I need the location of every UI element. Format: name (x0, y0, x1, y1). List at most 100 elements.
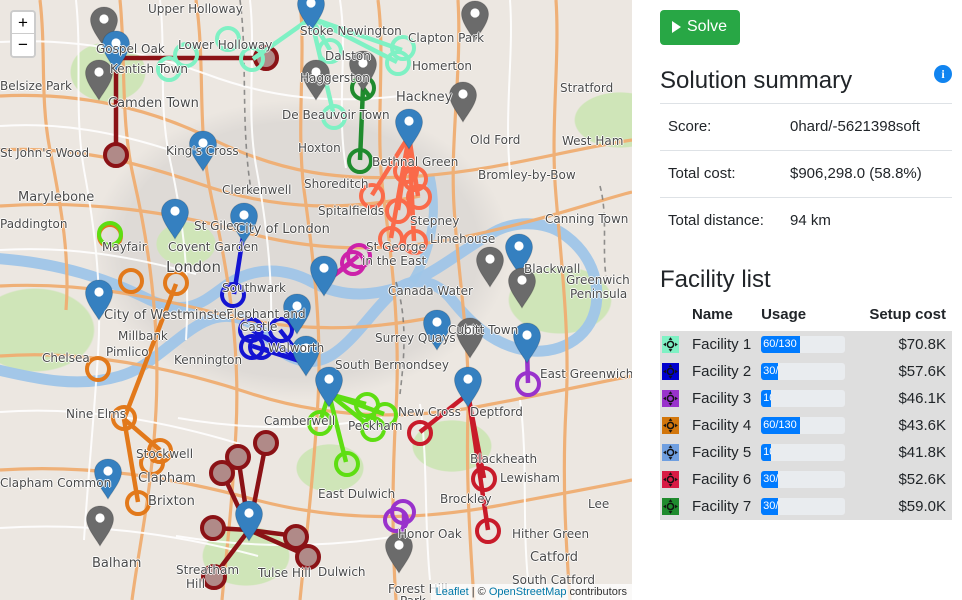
attribution-separator: | © (468, 586, 489, 598)
facility-name: Facility 4 (692, 417, 752, 434)
facility-map-pin[interactable] (229, 202, 259, 245)
facility-name: Facility 7 (692, 498, 752, 515)
solve-button[interactable]: Solve (660, 10, 741, 45)
column-header-setup-cost: Setup cost (869, 306, 946, 323)
facility-map-pin[interactable] (188, 130, 218, 173)
facility-map-pin[interactable] (234, 500, 264, 543)
facility-marker-icon (660, 331, 684, 358)
column-header-name: Name (692, 306, 733, 323)
facility-map-pin[interactable] (475, 246, 505, 289)
facility-marker-icon (660, 412, 684, 439)
summary-row-value: 94 km (790, 212, 831, 229)
map-panel[interactable]: Upper Holloway Stoke Newington Clapton Par… (0, 0, 632, 600)
facility-usage-cell: 30/150 (761, 493, 857, 520)
facility-map-pin[interactable] (394, 108, 424, 151)
facility-usage-cell: 10/85 (761, 439, 857, 466)
facility-usage-cell: 10/85 (761, 385, 857, 412)
facility-setup-cost: $46.1K (898, 390, 946, 407)
zoom-out-button[interactable]: − (12, 34, 34, 56)
facility-name: Facility 1 (692, 336, 752, 353)
facility-row[interactable]: Facility 3 10/85 $46.1K (660, 385, 952, 412)
facility-map-pin[interactable] (282, 293, 312, 336)
usage-progress-bar: 60/130 (761, 417, 800, 434)
facility-map-pin[interactable] (422, 309, 452, 352)
usage-progress: 10/85 (761, 390, 846, 407)
usage-progress: 30/150 (761, 363, 846, 380)
facility-usage-cell: 30/150 (761, 466, 857, 493)
facility-setup-cost: $52.6K (898, 471, 946, 488)
facility-row[interactable]: Facility 6 30/150 $52.6K (660, 466, 952, 493)
zoom-control[interactable]: + − (10, 10, 36, 58)
solve-button-label: Solve (687, 18, 728, 35)
solution-summary-table: Score: 0hard/-5621398soft Total cost: $906,… (660, 103, 952, 244)
facility-row[interactable]: Facility 5 10/85 $41.8K (660, 439, 952, 466)
facility-row[interactable]: Facility 7 30/150 $59.0K (660, 493, 952, 520)
play-icon (672, 21, 681, 33)
facility-row[interactable]: Facility 1 60/130 $70.8K (660, 331, 952, 358)
info-icon[interactable]: i (934, 65, 952, 83)
facility-map-pin[interactable] (507, 267, 537, 310)
facility-map-pin[interactable] (448, 81, 478, 124)
facility-marker-icon (660, 493, 684, 520)
usage-progress: 60/130 (761, 336, 846, 353)
facility-map-pin[interactable] (348, 50, 378, 93)
usage-progress-bar: 30/150 (761, 471, 778, 488)
facility-row[interactable]: Facility 2 30/150 $57.6K (660, 358, 952, 385)
facility-map-pin[interactable] (309, 255, 339, 298)
facility-map-pin[interactable] (453, 366, 483, 409)
solution-summary-title: Solution summary (660, 67, 853, 94)
usage-progress-bar: 60/130 (761, 336, 800, 353)
facility-map-pin[interactable] (301, 59, 331, 102)
facility-name: Facility 6 (692, 471, 752, 488)
facility-name: Facility 2 (692, 363, 752, 380)
facility-setup-cost: $59.0K (898, 498, 946, 515)
facility-table-header-row: Name Usage Setup cost (660, 302, 952, 331)
facility-marker-icon (660, 439, 684, 466)
facility-name: Facility 3 (692, 390, 752, 407)
solution-summary-header: Solution summary i (660, 45, 952, 103)
facility-name: Facility 5 (692, 444, 752, 461)
facility-marker-icon (660, 358, 684, 385)
summary-row-value: 0hard/-5621398soft (790, 118, 921, 135)
facility-list-title: Facility list (660, 266, 771, 293)
facility-map-pin[interactable] (296, 0, 326, 33)
facility-list-table: Name Usage Setup cost Facility 1 60/130 $7… (660, 302, 952, 520)
summary-row: Total distance: 94 km (660, 197, 952, 245)
facility-marker-icon (660, 385, 684, 412)
facility-pin-layer[interactable] (0, 0, 632, 600)
facility-map-pin[interactable] (512, 322, 542, 365)
map-attribution: Leaflet | © OpenStreetMap contributors (430, 584, 632, 600)
facility-map-pin[interactable] (85, 505, 115, 548)
summary-row-value: $906,298.0 (58.8%) (790, 165, 922, 182)
usage-progress: 60/130 (761, 417, 846, 434)
facility-map-pin[interactable] (384, 532, 414, 575)
usage-progress: 10/85 (761, 444, 846, 461)
facility-setup-cost: $57.6K (898, 363, 946, 380)
facility-map-pin[interactable] (84, 59, 114, 102)
facility-usage-cell: 60/130 (761, 331, 857, 358)
facility-map-pin[interactable] (160, 198, 190, 241)
usage-progress: 30/150 (761, 471, 846, 488)
sidebar-panel: Solve Solution summary i Score: 0hard/-56… (660, 0, 952, 600)
attribution-tail: contributors (566, 586, 627, 598)
facility-map-pin[interactable] (84, 279, 114, 322)
leaflet-link[interactable]: Leaflet (436, 586, 469, 598)
facility-row[interactable]: Facility 4 60/130 $43.6K (660, 412, 952, 439)
facility-marker-icon (660, 466, 684, 493)
openstreetmap-link[interactable]: OpenStreetMap (489, 586, 567, 598)
facility-setup-cost: $70.8K (898, 336, 946, 353)
summary-row: Total cost: $906,298.0 (58.8%) (660, 150, 952, 198)
facility-setup-cost: $43.6K (898, 417, 946, 434)
facility-usage-cell: 30/150 (761, 358, 857, 385)
summary-row-label: Score: (668, 118, 712, 135)
app-root: Upper Holloway Stoke Newington Clapton Par… (0, 0, 962, 600)
facility-setup-cost: $41.8K (898, 444, 946, 461)
facility-map-pin[interactable] (455, 317, 485, 360)
facility-map-pin[interactable] (93, 458, 123, 501)
zoom-in-button[interactable]: + (12, 12, 34, 34)
usage-progress-bar: 10/85 (761, 444, 772, 461)
facility-map-pin[interactable] (460, 0, 490, 43)
facility-map-pin[interactable] (291, 335, 321, 378)
usage-progress-bar: 30/150 (761, 363, 778, 380)
facility-map-pin[interactable] (314, 366, 344, 409)
